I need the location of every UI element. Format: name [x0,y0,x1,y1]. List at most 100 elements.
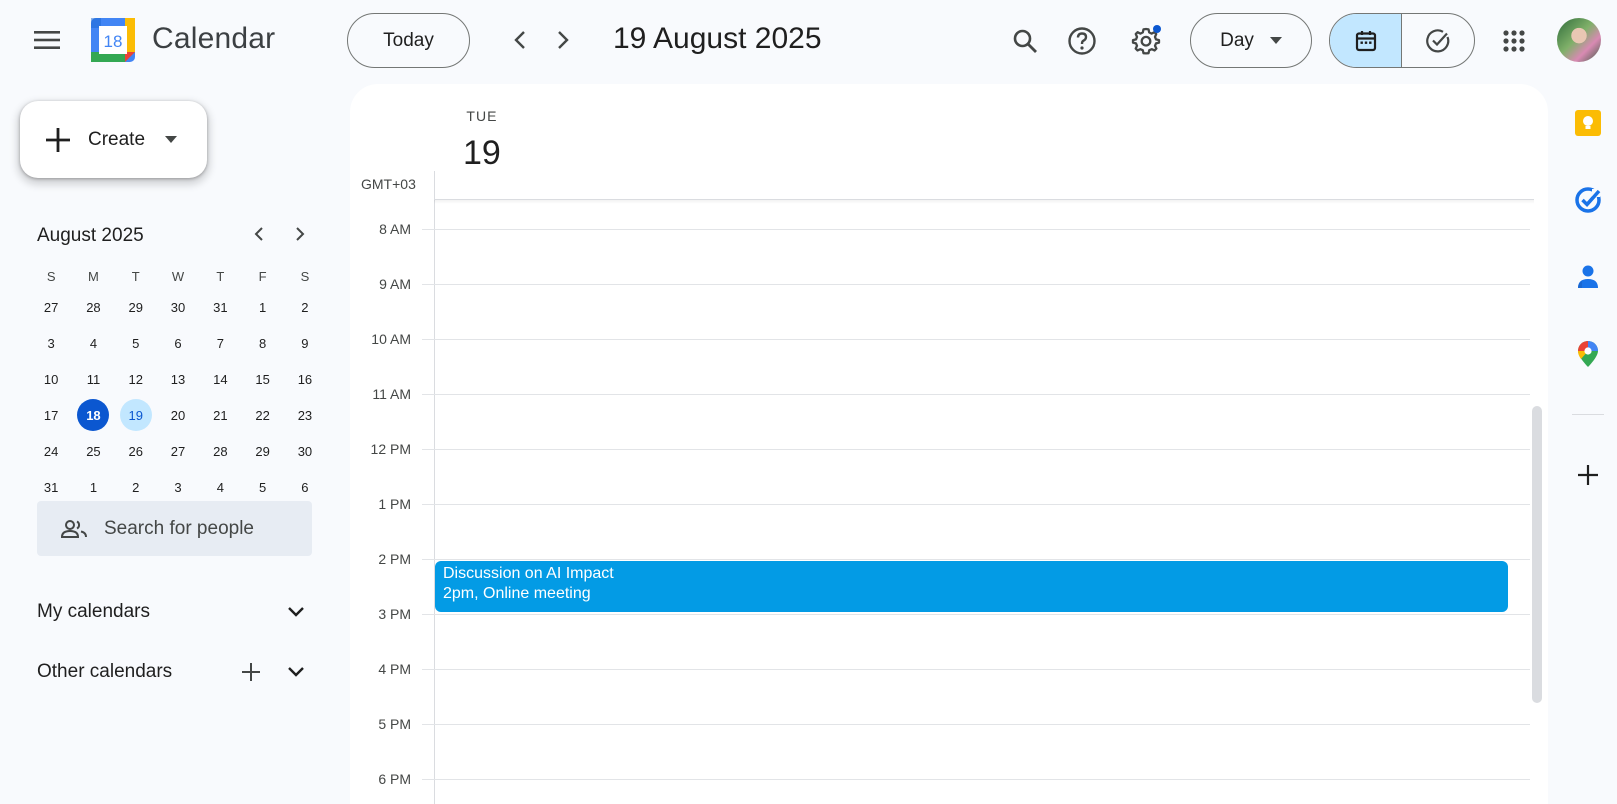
mini-calendar-day[interactable]: 10 [30,363,72,395]
mini-calendar-day[interactable]: 15 [241,363,283,395]
mini-calendar-day[interactable]: 31 [199,291,241,323]
mini-calendar-day[interactable]: 30 [157,291,199,323]
hour-slot[interactable]: 4 PM [350,661,1548,724]
create-label: Create [88,128,146,150]
expand-other-calendars-button[interactable] [280,656,312,688]
mini-calendar-next-button[interactable] [284,218,316,250]
hour-slot[interactable]: 6 PM [350,771,1548,804]
mini-calendar-day[interactable]: 5 [241,471,283,503]
tasks-view-toggle[interactable] [1402,14,1474,67]
mini-calendar-day[interactable]: 3 [157,471,199,503]
tasks-app-button[interactable] [1572,184,1604,216]
mini-calendar-day-label: 2 [132,479,140,495]
apps-grid-icon [1503,30,1525,52]
keep-app-button[interactable] [1572,107,1604,139]
hour-slot[interactable]: 11 AM [350,386,1548,449]
mini-calendar-day[interactable]: 6 [284,471,326,503]
view-selector-button[interactable]: Day [1190,13,1312,68]
mini-calendar-day-label: 29 [255,443,270,459]
mini-calendar-day[interactable]: 4 [199,471,241,503]
mini-calendar-day[interactable]: 28 [199,435,241,467]
mini-calendar-day[interactable]: 24 [30,435,72,467]
mini-calendar-prev-button[interactable] [243,218,275,250]
google-apps-button[interactable] [1493,20,1535,62]
search-button[interactable] [1004,20,1046,62]
mini-calendar-day[interactable]: 31 [30,471,72,503]
mini-calendar-day[interactable]: 8 [241,327,283,359]
mini-calendar-day[interactable]: 7 [199,327,241,359]
get-add-ons-button[interactable] [1572,459,1604,491]
mini-calendar-day[interactable]: 23 [284,399,326,431]
contacts-app-button[interactable] [1572,261,1604,293]
mini-calendar-day-label: 3 [174,479,182,495]
mini-calendar-day[interactable]: 9 [284,327,326,359]
mini-calendar-day[interactable]: 25 [72,435,114,467]
mini-calendar-day[interactable]: 29 [115,291,157,323]
previous-day-button[interactable] [500,20,540,60]
mini-calendar-day-label: 18 [77,399,110,431]
mini-calendar-day[interactable]: 18 [72,399,114,431]
hour-slot[interactable]: 3 PM [350,606,1548,669]
header-shadow [434,200,1534,204]
my-calendars-section[interactable]: My calendars [37,592,312,632]
next-day-button[interactable] [543,20,583,60]
mini-calendar-day[interactable]: 19 [115,399,157,431]
mini-calendar-day[interactable]: 26 [115,435,157,467]
mini-calendar-day[interactable]: 21 [199,399,241,431]
help-button[interactable] [1061,20,1103,62]
mini-calendar-day[interactable]: 17 [30,399,72,431]
settings-button[interactable] [1125,20,1167,62]
calendar-view-toggle[interactable] [1330,14,1402,67]
calendar-tasks-toggle [1329,13,1475,68]
main-menu-button[interactable] [27,20,67,60]
event-block[interactable]: Discussion on AI Impact 2pm, Online meet… [435,561,1508,612]
mini-calendar-day[interactable]: 11 [72,363,114,395]
contacts-icon [1578,265,1598,288]
hour-gridline [422,284,1530,285]
hour-slot[interactable]: 1 PM [350,496,1548,559]
mini-calendar-day[interactable]: 20 [157,399,199,431]
mini-calendar-day[interactable]: 27 [30,291,72,323]
hour-grid[interactable]: 8 AM 9 AM 10 AM 11 AM 12 PM 1 PM 2 PM 3 PM 4 PM 5… [350,221,1548,804]
mini-calendar-day[interactable]: 22 [241,399,283,431]
calendar-logo[interactable]: 18 [91,18,135,62]
mini-calendar-day[interactable]: 13 [157,363,199,395]
add-other-calendar-button[interactable] [235,656,267,688]
mini-calendar-day[interactable]: 16 [284,363,326,395]
mini-calendar-day[interactable]: 1 [241,291,283,323]
day-header[interactable]: TUE 19 [463,108,501,173]
people-search-field[interactable]: Search for people [37,501,312,556]
mini-calendar-day[interactable]: 1 [72,471,114,503]
mini-calendar-day[interactable]: 28 [72,291,114,323]
mini-calendar-day[interactable]: 4 [72,327,114,359]
mini-calendar-day[interactable]: 2 [284,291,326,323]
hour-slot[interactable]: 8 AM [350,221,1548,284]
hour-slot[interactable]: 12 PM [350,441,1548,504]
mini-calendar-day[interactable]: 3 [30,327,72,359]
weekday-label: S [46,268,56,284]
mini-calendar-day-label: 15 [255,371,270,387]
mini-calendar-day[interactable]: 27 [157,435,199,467]
hour-gridline [422,229,1530,230]
scrollbar-thumb[interactable] [1532,406,1542,703]
mini-calendar-day[interactable]: 12 [115,363,157,395]
svg-text:18: 18 [104,32,123,51]
mini-calendar-day-label: 20 [170,407,186,423]
day-number[interactable]: 19 [463,134,501,173]
expand-my-calendars-button[interactable] [280,596,312,628]
hour-slot[interactable]: 5 PM [350,716,1548,779]
mini-calendar-day[interactable]: 14 [199,363,241,395]
mini-calendar-day[interactable]: 29 [241,435,283,467]
mini-calendar-day[interactable]: 30 [284,435,326,467]
hour-slot[interactable]: 10 AM [350,331,1548,394]
account-avatar[interactable] [1557,18,1601,62]
mini-calendar-day[interactable]: 6 [157,327,199,359]
other-calendars-section[interactable]: Other calendars [37,652,312,692]
create-button[interactable]: Create [20,101,207,178]
hour-slot[interactable]: 9 AM [350,276,1548,339]
maps-app-button[interactable] [1572,338,1604,370]
today-button[interactable]: Today [347,13,470,68]
mini-calendar-day[interactable]: 2 [115,471,157,503]
mini-calendar-day-label: 30 [170,299,186,315]
mini-calendar-day[interactable]: 5 [115,327,157,359]
